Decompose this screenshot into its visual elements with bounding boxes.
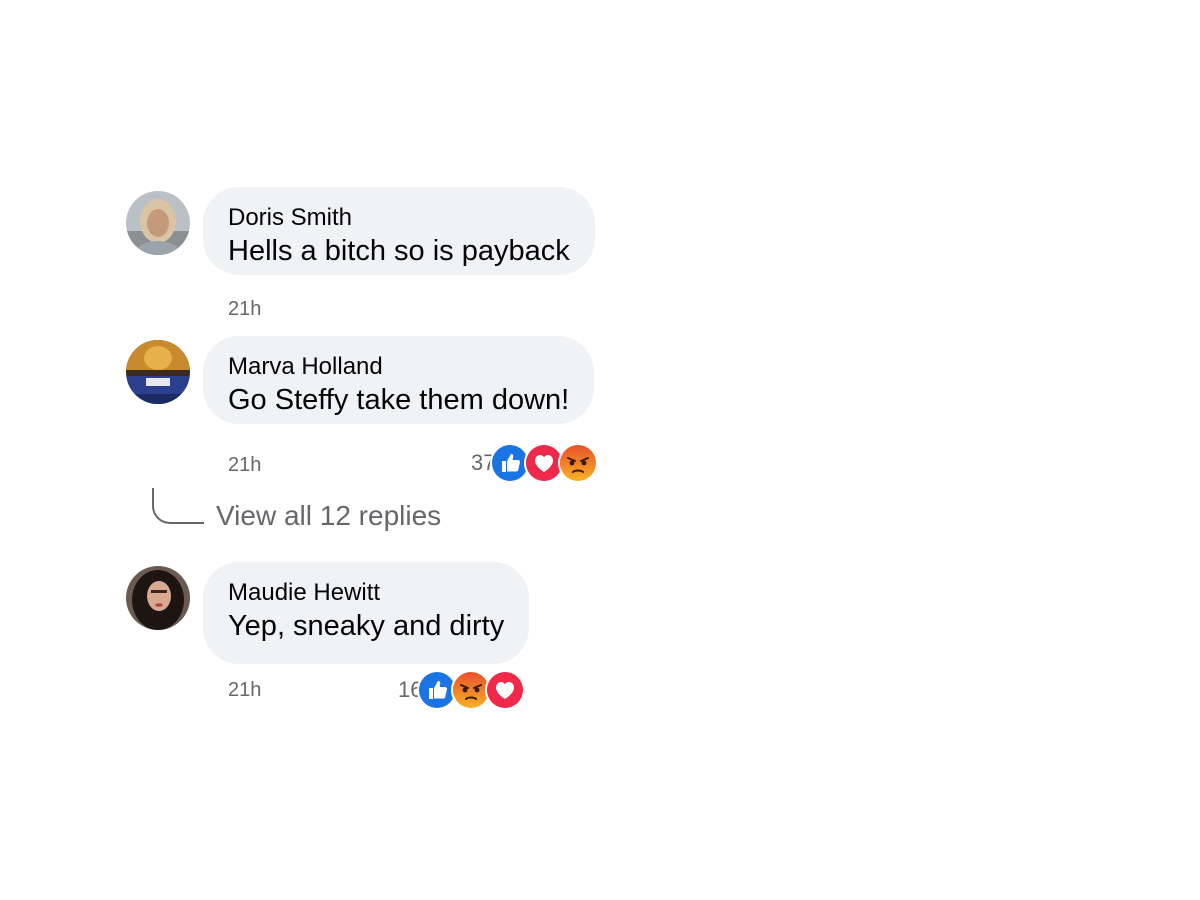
comment-timestamp[interactable]: 21h bbox=[228, 454, 261, 477]
reaction-summary[interactable]: 16 bbox=[398, 670, 526, 710]
comment-bubble: Maudie Hewitt Yep, sneaky and dirty bbox=[203, 562, 530, 664]
love-icon bbox=[485, 670, 526, 710]
comment-text: Yep, sneaky and dirty bbox=[228, 610, 505, 642]
avatar[interactable] bbox=[126, 340, 190, 404]
avatar[interactable] bbox=[126, 566, 190, 630]
comment-author[interactable]: Marva Holland bbox=[228, 353, 569, 381]
avatar-doris-smith-image bbox=[126, 191, 190, 255]
comment-text: Go Steffy take them down! bbox=[228, 384, 570, 416]
comment-bubble: Marva Holland Go Steffy take them down! bbox=[203, 336, 595, 424]
comment-author[interactable]: Doris Smith bbox=[228, 204, 570, 232]
avatar[interactable] bbox=[126, 191, 190, 255]
view-replies-link[interactable]: View all 12 replies bbox=[216, 500, 441, 532]
comment-author[interactable]: Maudie Hewitt bbox=[228, 579, 504, 607]
comment-timestamp[interactable]: 21h bbox=[228, 298, 261, 321]
reaction-summary[interactable]: 37 bbox=[471, 443, 599, 483]
comment-timestamp[interactable]: 21h bbox=[228, 679, 261, 702]
reply-thread-connector bbox=[152, 488, 204, 524]
avatar-maudie-hewitt-image bbox=[126, 566, 190, 630]
comment-text: Hells a bitch so is payback bbox=[228, 235, 570, 267]
comment-bubble: Doris Smith Hells a bitch so is payback bbox=[203, 187, 595, 275]
angry-icon bbox=[558, 443, 599, 483]
avatar-marva-holland-image bbox=[126, 340, 190, 404]
